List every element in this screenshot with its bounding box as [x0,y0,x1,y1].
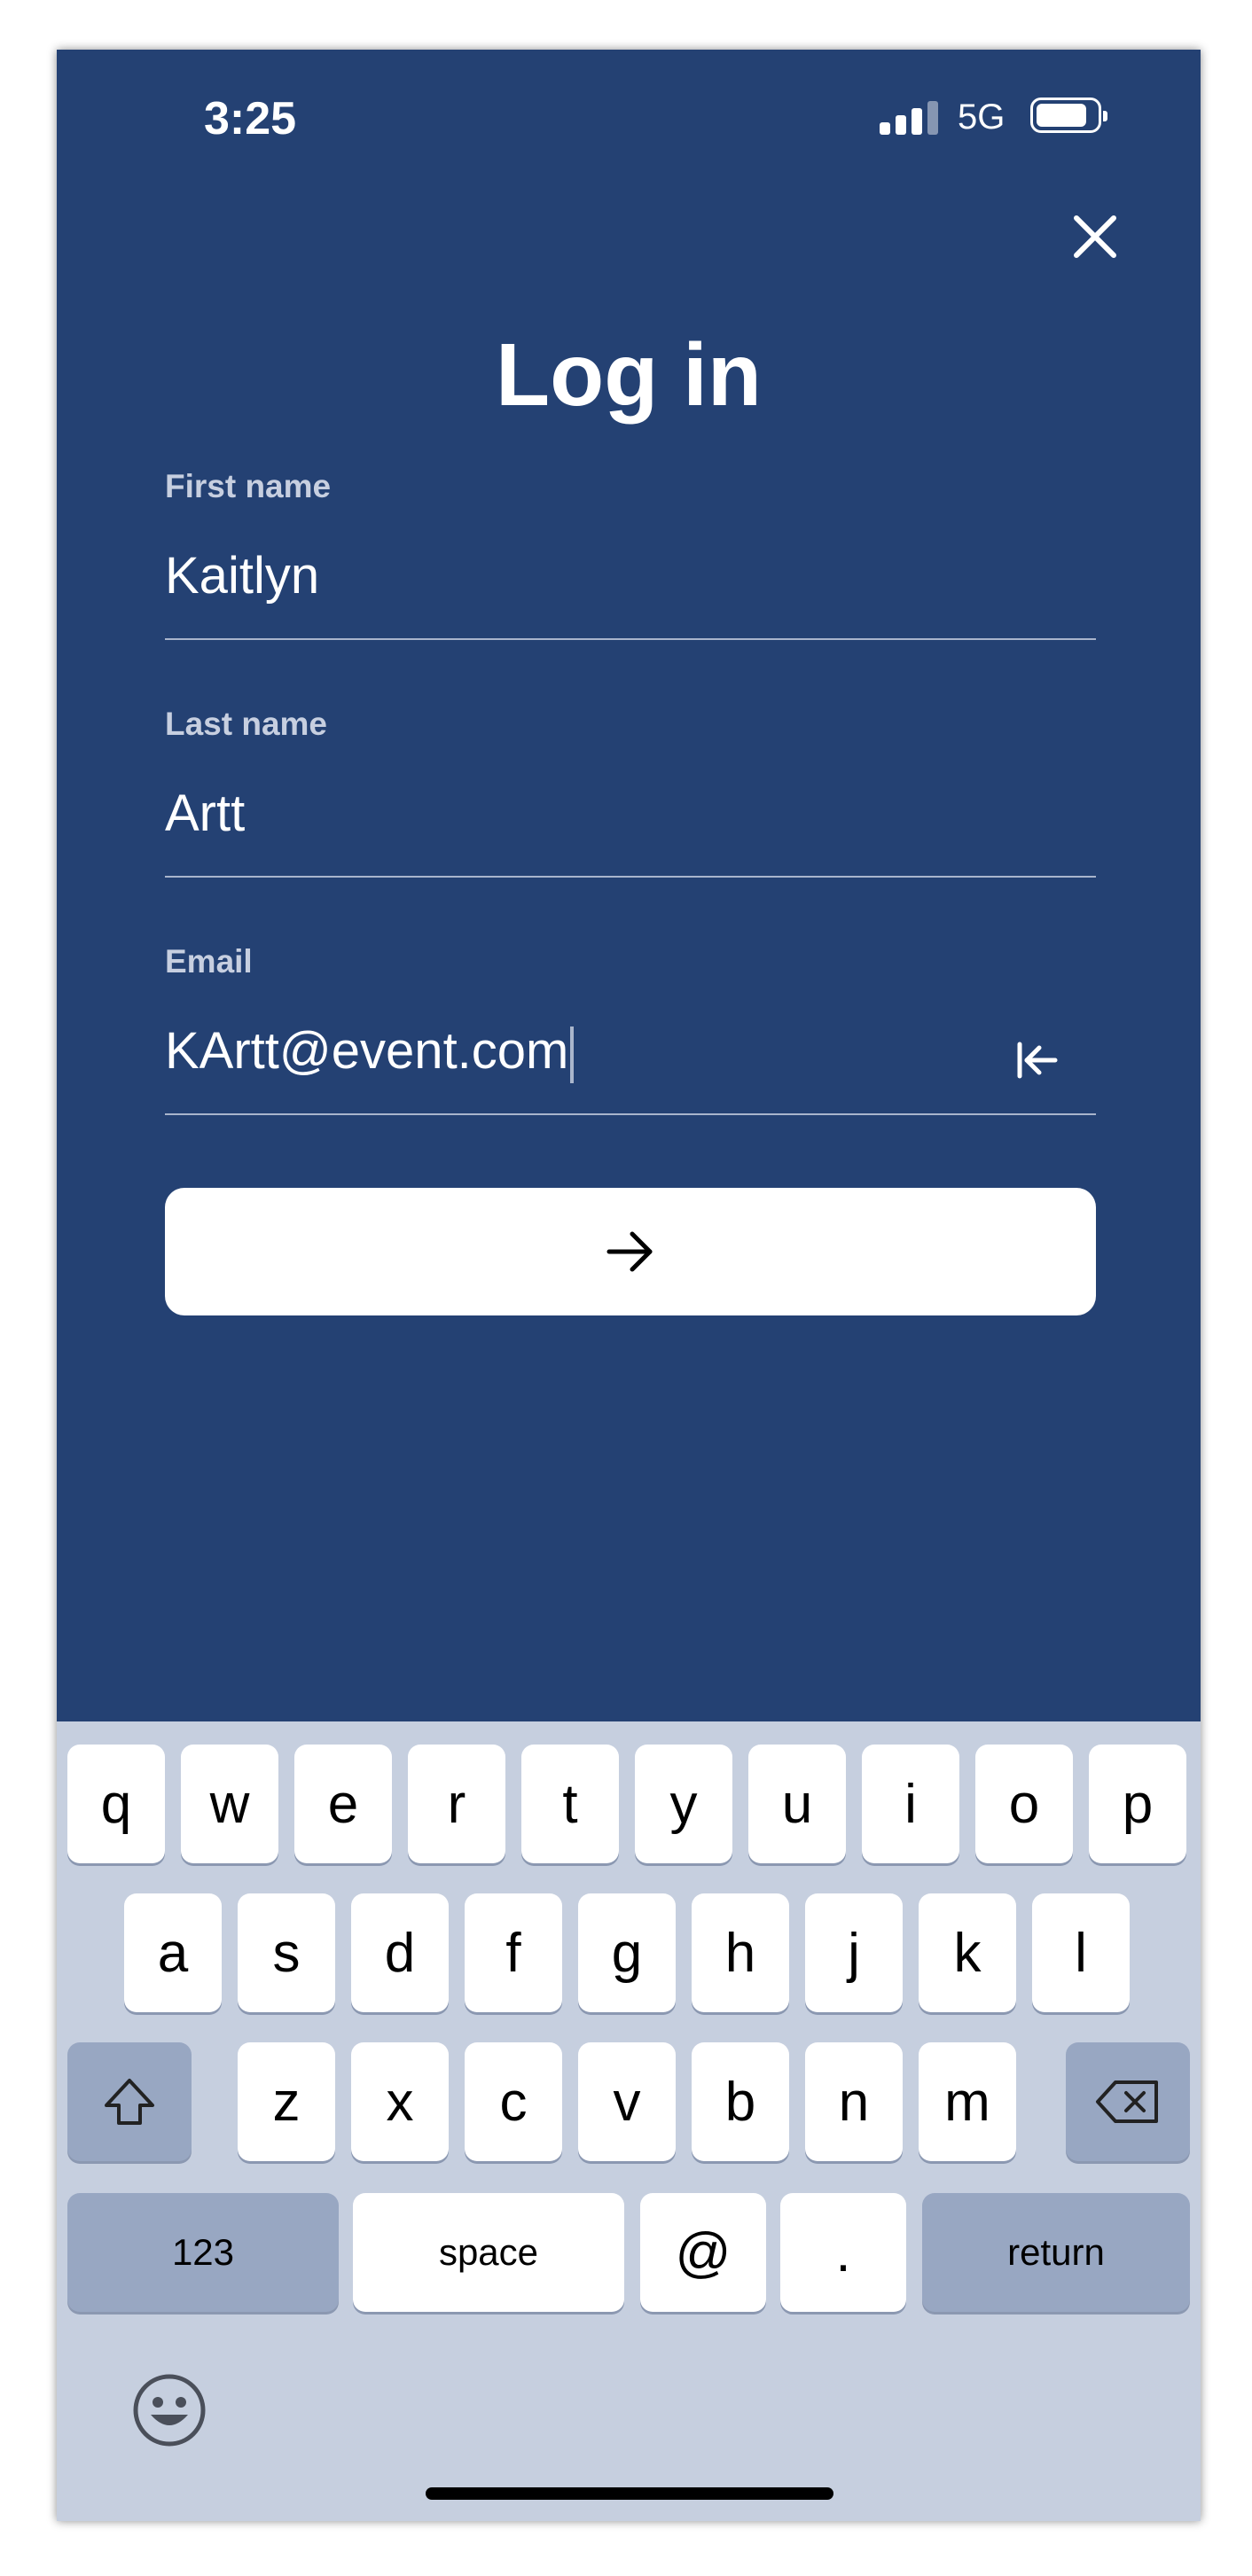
email-label: Email [165,943,253,980]
submit-button[interactable] [165,1188,1096,1315]
last-name-label: Last name [165,706,328,742]
key-u[interactable]: u [748,1745,846,1863]
key-g[interactable]: g [578,1893,676,2012]
key-m[interactable]: m [919,2042,1016,2161]
shift-key[interactable] [67,2042,192,2161]
key-s[interactable]: s [238,1893,335,2012]
key-o[interactable]: o [975,1745,1073,1863]
backspace-icon [1096,2080,1158,2123]
battery-icon [1030,98,1107,133]
key-k[interactable]: k [919,1893,1016,2012]
email-value: KArtt@event.com [165,1022,569,1080]
space-key[interactable]: space [353,2193,624,2312]
network-type: 5G [958,98,1006,137]
phone-screen: 3:25 5G Log in First name Kaitlyn Last n… [57,50,1201,2521]
key-l[interactable]: l [1032,1893,1130,2012]
key-d[interactable]: d [351,1893,449,2012]
key-x[interactable]: x [351,2042,449,2161]
key-c[interactable]: c [465,2042,562,2161]
key-n[interactable]: n [805,2042,903,2161]
key-e[interactable]: e [294,1745,392,1863]
clear-text-button[interactable] [1011,1034,1064,1087]
numbers-key[interactable]: 123 [67,2193,339,2312]
emoji-icon [133,2374,206,2447]
close-button[interactable] [1064,206,1126,268]
page-title: Log in [496,325,762,425]
key-h[interactable]: h [692,1893,789,2012]
home-indicator[interactable] [426,2487,833,2500]
status-time: 3:25 [204,93,297,144]
arrow-right-icon [606,1231,653,1272]
key-a[interactable]: a [124,1893,222,2012]
key-q[interactable]: q [67,1745,165,1863]
key-b[interactable]: b [692,2042,789,2161]
key-j[interactable]: j [805,1893,903,2012]
return-key[interactable]: return [922,2193,1190,2312]
key-v[interactable]: v [578,2042,676,2161]
last-name-input[interactable]: Artt [165,784,245,843]
key-r[interactable]: r [408,1745,505,1863]
clear-text-icon [1017,1042,1058,1079]
shift-icon [105,2079,154,2125]
key-t[interactable]: t [521,1745,619,1863]
keyboard: q w e r t y u i o p a s d f g h j k l z … [57,1721,1201,2521]
key-z[interactable]: z [238,2042,335,2161]
first-name-label: First name [165,468,332,504]
key-y[interactable]: y [635,1745,732,1863]
signal-icon [880,99,940,135]
last-name-underline [165,876,1096,878]
dot-key[interactable]: . [780,2193,906,2312]
emoji-button[interactable] [131,2372,207,2448]
key-w[interactable]: w [181,1745,278,1863]
email-underline [165,1113,1096,1115]
text-caret [570,1026,575,1083]
at-key[interactable]: @ [640,2193,766,2312]
key-p[interactable]: p [1089,1745,1186,1863]
first-name-underline [165,638,1096,640]
close-icon [1074,215,1116,258]
key-f[interactable]: f [465,1893,562,2012]
email-input[interactable]: KArtt@event.com [165,1021,575,1083]
backspace-key[interactable] [1066,2042,1190,2161]
key-i[interactable]: i [862,1745,959,1863]
first-name-input[interactable]: Kaitlyn [165,546,319,605]
